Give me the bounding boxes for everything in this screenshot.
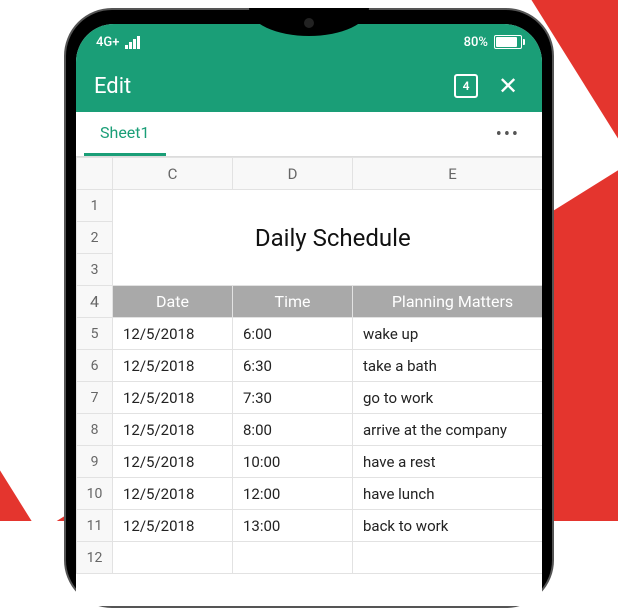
row-header[interactable]: 9 [77,446,113,478]
table-row: 7 12/5/2018 7:30 go to work [77,382,543,414]
row-header[interactable]: 3 [77,254,113,286]
cell-time[interactable]: 8:00 [233,414,353,446]
app-header: Edit 4 ✕ [76,60,542,112]
table-row: 11 12/5/2018 13:00 back to work [77,510,543,542]
row-header[interactable]: 7 [77,382,113,414]
cell-date[interactable] [113,542,233,574]
cell-time[interactable]: 6:30 [233,350,353,382]
header-title: Edit [94,74,440,99]
cell-time[interactable] [233,542,353,574]
sheet-tab-bar: Sheet1 ••• [76,112,542,157]
header-date[interactable]: Date [113,286,233,318]
table-row: 10 12/5/2018 12:00 have lunch [77,478,543,510]
close-icon: ✕ [498,74,518,98]
cell-date[interactable]: 12/5/2018 [113,414,233,446]
tab-count-button[interactable]: 4 [450,70,482,102]
cell-time[interactable]: 10:00 [233,446,353,478]
sheet-tab-active[interactable]: Sheet1 [84,112,166,156]
cell-time[interactable]: 7:30 [233,382,353,414]
column-header-row: C D E [77,158,543,190]
phone-frame: 4G+ 80% Edit 4 ✕ Sheet1 ••• [64,8,554,608]
tab-count-badge: 4 [454,74,478,98]
table-row: 9 12/5/2018 10:00 have a rest [77,446,543,478]
row-header[interactable]: 11 [77,510,113,542]
network-label: 4G+ [96,35,119,50]
signal-icon [125,36,140,49]
cell-date[interactable]: 12/5/2018 [113,478,233,510]
cell-date[interactable]: 12/5/2018 [113,510,233,542]
table-row: 8 12/5/2018 8:00 arrive at the company [77,414,543,446]
row-header[interactable]: 5 [77,318,113,350]
table-row: 5 12/5/2018 6:00 wake up [77,318,543,350]
more-button[interactable]: ••• [482,112,534,156]
cell-matters[interactable]: go to work [353,382,543,414]
header-matters[interactable]: Planning Matters [353,286,543,318]
table-header-row: 4 Date Time Planning Matters [77,286,543,318]
corner-cell[interactable] [77,158,113,190]
phone-screen: 4G+ 80% Edit 4 ✕ Sheet1 ••• [76,24,542,606]
header-time[interactable]: Time [233,286,353,318]
column-header[interactable]: C [113,158,233,190]
cell-matters[interactable]: have lunch [353,478,543,510]
row-header[interactable]: 8 [77,414,113,446]
cell-matters[interactable]: wake up [353,318,543,350]
cell-date[interactable]: 12/5/2018 [113,382,233,414]
spreadsheet-grid[interactable]: C D E 1 Daily Schedule 2 3 [76,157,542,606]
cell-time[interactable]: 13:00 [233,510,353,542]
cell-matters[interactable]: have a rest [353,446,543,478]
cell-matters[interactable]: take a bath [353,350,543,382]
column-header[interactable]: D [233,158,353,190]
table-row: 6 12/5/2018 6:30 take a bath [77,350,543,382]
more-icon: ••• [496,124,520,145]
cell-time[interactable]: 6:00 [233,318,353,350]
table-row: 1 Daily Schedule [77,190,543,222]
battery-icon [494,35,522,49]
row-header[interactable]: 6 [77,350,113,382]
cell-matters[interactable]: arrive at the company [353,414,543,446]
row-header[interactable]: 10 [77,478,113,510]
cell-time[interactable]: 12:00 [233,478,353,510]
row-header[interactable]: 12 [77,542,113,574]
row-header[interactable]: 1 [77,190,113,222]
cell-date[interactable]: 12/5/2018 [113,318,233,350]
cell-matters[interactable]: back to work [353,510,543,542]
sheet-title-cell[interactable]: Daily Schedule [113,190,543,286]
row-header[interactable]: 2 [77,222,113,254]
column-header[interactable]: E [353,158,543,190]
row-header[interactable]: 4 [77,286,113,318]
cell-matters[interactable] [353,542,543,574]
cell-date[interactable]: 12/5/2018 [113,446,233,478]
battery-label: 80% [464,35,488,50]
close-button[interactable]: ✕ [492,70,524,102]
table-row: 12 [77,542,543,574]
cell-date[interactable]: 12/5/2018 [113,350,233,382]
